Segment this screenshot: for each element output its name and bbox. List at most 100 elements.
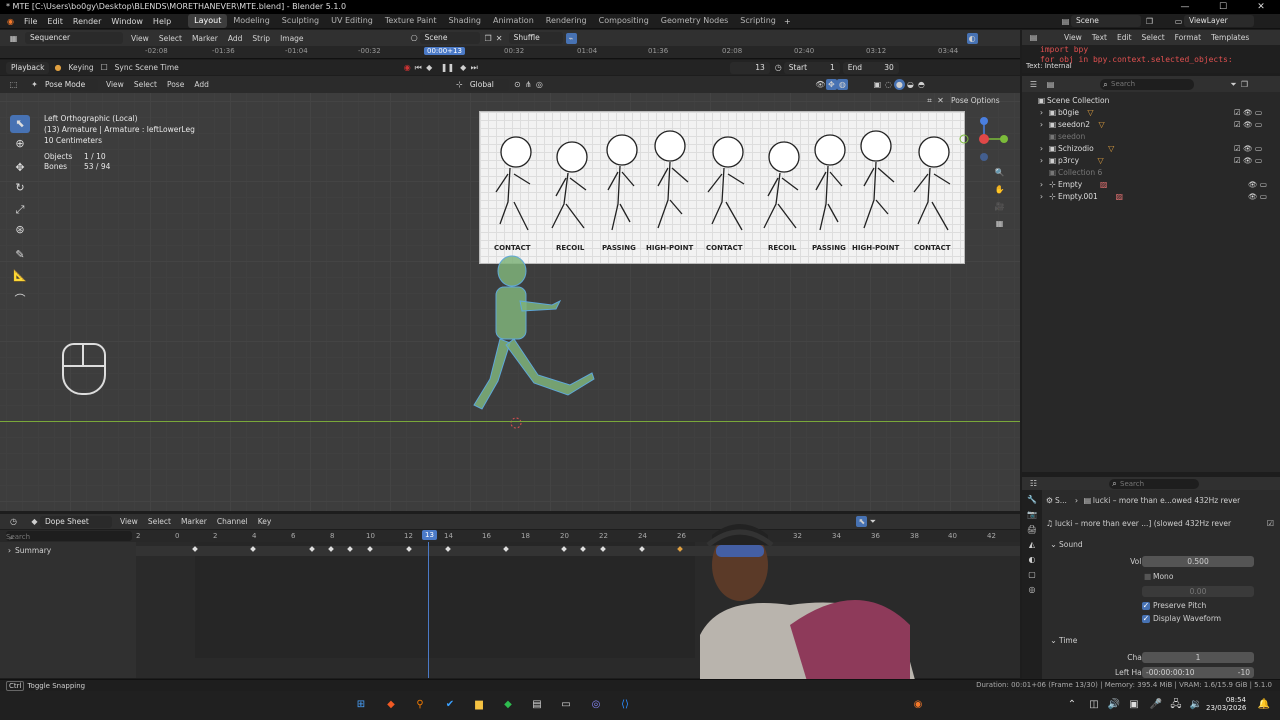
visibility-toggle-icon[interactable]: ☑ 👁 ▭ [1234, 144, 1262, 153]
tray-icon[interactable]: ◫ [1086, 697, 1102, 713]
snap-magnet-icon[interactable]: ⋔ [523, 79, 534, 90]
app-icon[interactable]: ◎ [588, 697, 604, 713]
shading-solid-icon[interactable]: ● [893, 79, 905, 90]
ds-menu-view[interactable]: View [115, 517, 143, 526]
seq-current-time[interactable]: 00:00+13 [424, 47, 465, 55]
filter-icon[interactable]: ⏷ [1228, 79, 1239, 90]
start-frame-field[interactable]: Start 1 [783, 61, 840, 74]
camera-icon[interactable]: 🎥 [994, 201, 1005, 212]
tab-scripting[interactable]: Scripting [734, 14, 782, 28]
expand-icon[interactable]: › [1036, 107, 1047, 118]
shuffle-dropdown[interactable]: Shuffle [508, 32, 563, 44]
add-workspace-icon[interactable]: + [782, 16, 793, 27]
playback-menu[interactable]: Playback [6, 61, 50, 74]
editor-type-icon[interactable]: ☰ [1028, 79, 1039, 90]
ds-menu-select[interactable]: Select [143, 517, 176, 526]
editor-type-icon[interactable]: ⬚ [8, 79, 19, 90]
te-menu-select[interactable]: Select [1137, 33, 1170, 42]
visibility-toggle-icon[interactable]: 👁 ▭ [1248, 192, 1267, 201]
seq-menu-marker[interactable]: Marker [187, 34, 223, 43]
expand-icon[interactable]: › [1036, 179, 1047, 190]
pause-icon[interactable]: ❚❚ [441, 62, 454, 73]
seq-menu-image[interactable]: Image [275, 34, 309, 43]
notifications-icon[interactable]: 🔔 [1256, 697, 1272, 713]
microphone-icon[interactable]: 🎤 [1148, 697, 1164, 713]
header-toggle-icon[interactable]: ⌗ [924, 95, 935, 106]
minimize-icon[interactable]: — [1166, 0, 1204, 14]
left-handle-field[interactable]: -00:00:00:10 -10 [1142, 667, 1254, 678]
ds-current-frame[interactable]: 13 [422, 530, 437, 540]
navigation-gizmo[interactable] [958, 113, 1014, 163]
transform-tool-icon[interactable]: ⊛ [10, 221, 30, 239]
seq-scene-field[interactable]: Scene [419, 32, 480, 44]
armature-character[interactable] [460, 253, 620, 433]
outliner-item[interactable]: ▣ Collection 6 [1022, 166, 1280, 178]
tab-modeling[interactable]: Modeling [227, 14, 275, 28]
vp-menu-view[interactable]: View [101, 80, 129, 89]
green-app-icon[interactable]: ◆ [500, 697, 516, 713]
vscode-icon[interactable]: ⟨⟩ [617, 697, 633, 713]
outliner-item[interactable]: › ⊹ Empty ▨ 👁 ▭ [1022, 178, 1280, 190]
dopesheet-search[interactable]: Search [6, 533, 30, 541]
volume-icon[interactable]: 🔊 [1106, 697, 1122, 713]
relax-tool-icon[interactable]: ⌒ [10, 291, 30, 309]
pose-options-menu[interactable]: Pose Options [946, 96, 1005, 105]
zoom-icon[interactable]: 🔍 [994, 167, 1005, 178]
summary-channel[interactable]: › Summary [4, 545, 51, 556]
seq-menu-select[interactable]: Select [154, 34, 187, 43]
sound-panel-header[interactable]: ⌄ Sound [1048, 539, 1082, 550]
display-mode-icon[interactable]: ▤ [1045, 79, 1056, 90]
transform-orientation[interactable]: Global [464, 78, 509, 91]
expand-icon[interactable]: › [1036, 119, 1047, 130]
tab-compositing[interactable]: Compositing [593, 14, 655, 28]
menu-help[interactable]: Help [148, 17, 176, 26]
pan-field[interactable]: 0.00 [1142, 586, 1254, 597]
sequencer-type-dropdown[interactable]: Sequencer [25, 32, 123, 44]
blender-logo-icon[interactable]: ◉ [5, 16, 16, 27]
vp-menu-select[interactable]: Select [129, 80, 162, 89]
tab-texture-paint[interactable]: Texture Paint [379, 14, 443, 28]
grid-view-icon[interactable]: ▦ [994, 218, 1005, 229]
outliner-item[interactable]: › ▣ seedon2 ▽ ☑ 👁 ▭ [1022, 118, 1280, 130]
shading-material-icon[interactable]: ◒ [905, 79, 916, 90]
measure-tool-icon[interactable]: 📐 [10, 267, 30, 285]
tab-sculpting[interactable]: Sculpting [276, 14, 325, 28]
playhead[interactable] [428, 542, 429, 678]
outliner-item[interactable]: › ▣ p3rcy ▽ ☑ 👁 ▭ [1022, 154, 1280, 166]
scale-tool-icon[interactable]: ⤢ [10, 201, 30, 219]
network-icon[interactable]: 🖧 [1168, 697, 1184, 713]
visibility-toggle-icon[interactable]: ☑ 👁 ▭ [1234, 156, 1262, 165]
checkbox-checked-icon[interactable]: ✓ [1142, 601, 1150, 610]
cursor-tool-icon[interactable]: ⊕ [10, 135, 30, 153]
menu-render[interactable]: Render [68, 17, 106, 26]
te-menu-view[interactable]: View [1059, 33, 1087, 42]
world-tab-icon[interactable]: ◐ [1027, 554, 1038, 565]
file-explorer-icon[interactable]: ▆ [471, 697, 487, 713]
dopesheet-mode-dropdown[interactable]: Dope Sheet [40, 515, 112, 528]
record-icon[interactable]: ◉ [402, 62, 413, 73]
outliner-item[interactable]: › ⊹ Empty.001 ▨ 👁 ▭ [1022, 190, 1280, 202]
3d-viewport[interactable]: ⬉ ⊕ ✥ ↻ ⤢ ⊛ ✎ 📐 ⌒ Left Orthographic (Loc… [0, 93, 1020, 511]
keying-menu[interactable]: Keying [63, 63, 98, 72]
expand-icon[interactable]: › [1036, 191, 1047, 202]
jump-start-icon[interactable]: ⏮ [413, 62, 424, 73]
terminal-app-icon[interactable]: ▭ [558, 697, 574, 713]
seq-menu-strip[interactable]: Strip [247, 34, 275, 43]
mute-checkbox[interactable]: ☑ [1265, 518, 1276, 529]
te-menu-edit[interactable]: Edit [1112, 33, 1137, 42]
outliner-scene-collection[interactable]: ▣ Scene Collection [1022, 94, 1280, 106]
strip-name[interactable]: lucki – more than ever ...] (slowed 432H… [1055, 519, 1265, 528]
visibility-toggle-icon[interactable]: ☑ 👁 ▭ [1234, 120, 1262, 129]
ds-menu-marker[interactable]: Marker [176, 517, 212, 526]
menu-file[interactable]: File [19, 17, 42, 26]
editor-app-icon[interactable]: ▤ [529, 697, 545, 713]
preserve-pitch-checkbox[interactable]: ✓ Preserve Pitch [1142, 601, 1206, 610]
snap-icon[interactable]: ⌁ [565, 32, 577, 44]
object-tab-icon[interactable]: ▢ [1027, 569, 1038, 580]
current-frame-field[interactable]: 13 [729, 61, 770, 74]
tab-layout[interactable]: Layout [188, 14, 228, 28]
shading-wire-icon[interactable]: ◌ [883, 79, 894, 90]
outliner-item[interactable]: › ▣ Schizodio ▽ ☑ 👁 ▭ [1022, 142, 1280, 154]
sync-checkbox[interactable]: ☐ [99, 62, 110, 73]
visibility-toggle-icon[interactable]: ☑ 👁 ▭ [1234, 108, 1262, 117]
